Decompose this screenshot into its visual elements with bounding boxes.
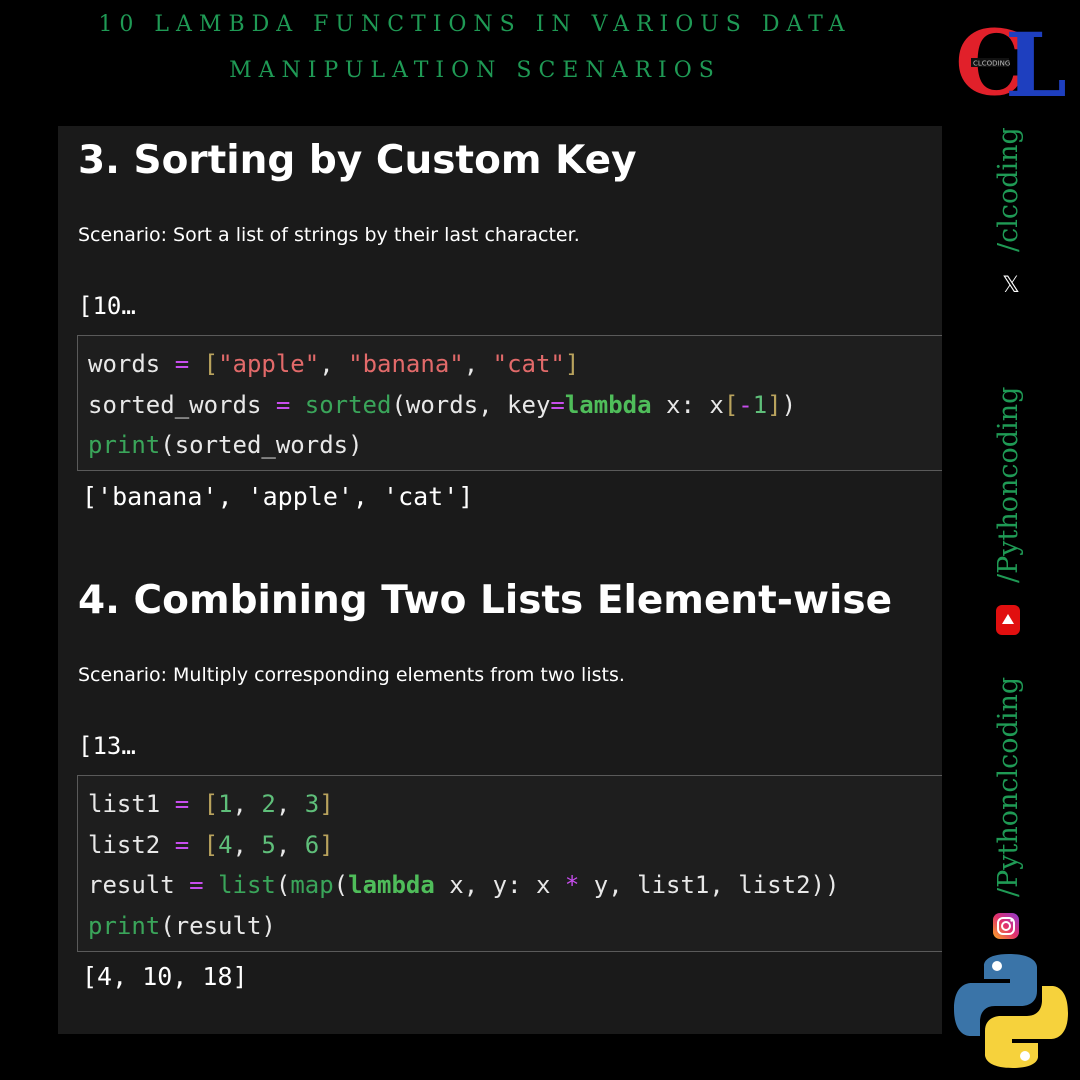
- page-title: 10 LAMBDA FUNCTIONS IN VARIOUS DATA MANI…: [0, 2, 950, 94]
- clcoding-logo: C L CLCODING: [955, 22, 1067, 104]
- code-line: print(result): [88, 911, 276, 940]
- section-3-output: ['banana', 'apple', 'cat']: [82, 482, 474, 511]
- code-line: sorted_words = sorted(words, key=lambda …: [88, 390, 797, 419]
- python-logo: [954, 954, 1068, 1068]
- svg-text:L: L: [1005, 22, 1067, 104]
- handle-pythoncoding[interactable]: /Pythoncoding: [993, 387, 1024, 583]
- code-line: words = ["apple", "banana", "cat"]: [88, 350, 580, 378]
- instagram-icon[interactable]: [992, 912, 1020, 940]
- section-3-cell-prompt[interactable]: [10…: [78, 292, 136, 320]
- section-4-heading: 4. Combining Two Lists Element-wise: [78, 578, 893, 623]
- title-line-1: 10 LAMBDA FUNCTIONS IN VARIOUS DATA: [98, 12, 852, 37]
- section-4-scenario: Scenario: Multiply corresponding element…: [78, 664, 625, 686]
- code-line: print(sorted_words): [88, 431, 363, 459]
- youtube-icon[interactable]: [995, 604, 1021, 636]
- code-line: result = list(map(lambda x, y: x * y, li…: [88, 871, 840, 899]
- handle-pythonclcoding[interactable]: /Pythonclcoding: [993, 677, 1024, 897]
- section-3-heading: 3. Sorting by Custom Key: [78, 138, 637, 183]
- section-3-scenario: Scenario: Sort a list of strings by thei…: [78, 224, 580, 246]
- title-line-2: MANIPULATION SCENARIOS: [229, 58, 721, 83]
- section-4-output: [4, 10, 18]: [82, 962, 248, 991]
- code-cell-sorting[interactable]: words = ["apple", "banana", "cat"] sorte…: [77, 335, 942, 471]
- code-line: list2 = [4, 5, 6]: [88, 830, 334, 859]
- section-4-cell-prompt[interactable]: [13…: [78, 732, 136, 760]
- code-line: list1 = [1, 2, 3]: [88, 790, 334, 818]
- x-icon[interactable]: 𝕏: [999, 274, 1023, 298]
- logo-small-text: CLCODING: [973, 60, 1010, 68]
- notebook-panel: 3. Sorting by Custom Key Scenario: Sort …: [58, 126, 942, 1034]
- handle-clcoding[interactable]: /clcoding: [993, 127, 1024, 252]
- code-cell-combining[interactable]: list1 = [1, 2, 3] list2 = [4, 5, 6] resu…: [77, 775, 942, 952]
